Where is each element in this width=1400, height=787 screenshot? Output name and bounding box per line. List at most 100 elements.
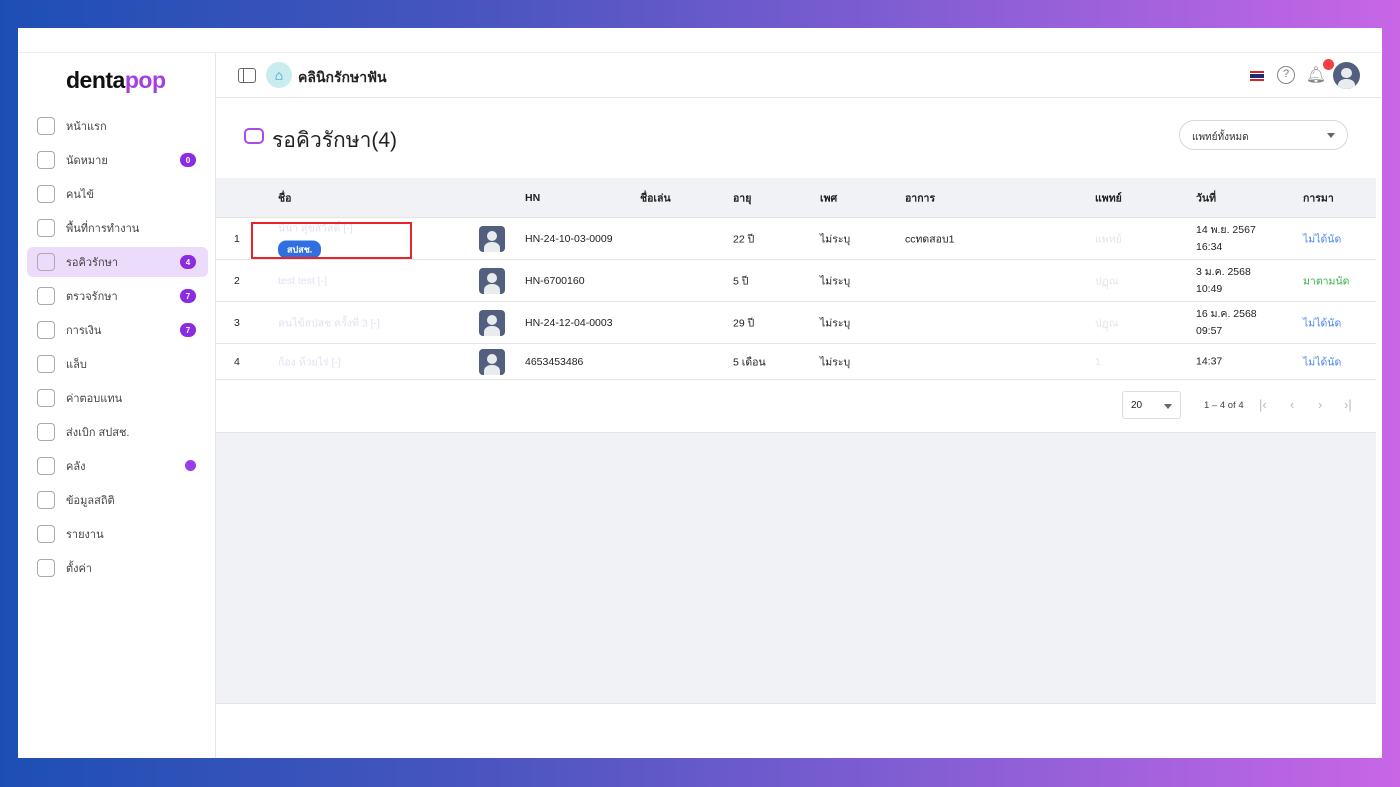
chart-icon	[37, 525, 55, 543]
sidebar-item-label: ข้อมูลสถิติ	[66, 495, 115, 507]
sidebar-item-user[interactable]: คนไข้	[27, 179, 208, 209]
sidebar-item-cloud[interactable]: ส่งเบิก สปสช.	[27, 417, 208, 447]
sidebar-item-workspace[interactable]: พื้นที่การทำงาน	[27, 213, 208, 243]
bell-icon[interactable]: 🔔︎	[1306, 65, 1326, 85]
col-doctor[interactable]: แพทย์	[1095, 189, 1122, 206]
cloud-icon	[37, 423, 55, 441]
logo[interactable]: dentapop	[66, 67, 166, 94]
money-icon	[37, 321, 55, 339]
chevron-down-icon	[1164, 404, 1172, 413]
top-header: ⌂ คลินิกรักษาฟัน ? 🔔︎	[216, 52, 1382, 98]
col-date[interactable]: วันที่	[1196, 189, 1216, 206]
count-badge: 4	[180, 255, 196, 269]
table-row[interactable]: 1 นินา สุขสวัสดิ์ [-] สปสช. HN-24-10-03-0…	[216, 218, 1376, 260]
col-symptom[interactable]: อาการ	[905, 189, 935, 206]
table-row[interactable]: 2 test test [-] HN-6700160 5 ปี ไม่ระบุ …	[216, 260, 1376, 302]
sidebar-item-label: หน้าแรก	[66, 121, 107, 133]
thai-flag-icon[interactable]	[1250, 71, 1264, 81]
patient-name[interactable]: ก้อง ห้วยไร่ [-]	[278, 353, 341, 370]
help-icon[interactable]: ?	[1277, 66, 1295, 84]
visit-status[interactable]: ไม่ได้นัด	[1303, 353, 1341, 370]
table-row[interactable]: 4 ก้อง ห้วยไร่ [-] 4653453486 5 เดือน ไม…	[216, 344, 1376, 380]
sidebar-item-money[interactable]: การเงิน 7	[27, 315, 208, 345]
date: 16 ม.ค. 2568	[1196, 307, 1257, 320]
visit-status[interactable]: ไม่ได้นัด	[1303, 230, 1341, 247]
patient-name[interactable]: test test [-]	[278, 275, 327, 287]
user-icon	[37, 185, 55, 203]
date: 14 พ.ย. 2567	[1196, 223, 1256, 236]
patient-name-cell[interactable]: ก้อง ห้วยไร่ [-]	[278, 353, 341, 370]
col-sex[interactable]: เพศ	[820, 189, 837, 206]
col-status[interactable]: การมา	[1303, 189, 1334, 206]
count-badge: 0	[180, 153, 196, 167]
gauge-icon	[37, 491, 55, 509]
tools-icon	[37, 287, 55, 305]
sidebar-item-label: แล็บ	[66, 359, 87, 371]
sidebar-item-label: คลัง	[66, 461, 86, 473]
sidebar-item-gear[interactable]: ตั้งค่า	[27, 553, 208, 583]
patient-avatar	[479, 225, 505, 252]
sidebar-item-label: ตรวจรักษา	[66, 291, 118, 303]
sidebar-item-label: พื้นที่การทำงาน	[66, 223, 140, 235]
highlight-box	[251, 222, 412, 259]
box-icon	[37, 457, 55, 475]
clinic-name[interactable]: คลินิกรักษาฟัน	[298, 67, 387, 89]
tooth-icon	[37, 355, 55, 373]
last-page-icon[interactable]: ›|	[1344, 397, 1352, 412]
content-background	[216, 432, 1376, 704]
sidebar-item-tooth[interactable]: แล็บ	[27, 349, 208, 379]
app-window: dentapop หน้าแรกนัดหมาย 0 คนไข้พื้นที่การท…	[18, 28, 1382, 758]
sidebar-item-gauge[interactable]: ข้อมูลสถิติ	[27, 485, 208, 515]
workspace-icon	[37, 219, 55, 237]
row-number: 3	[234, 316, 240, 329]
count-badge: 7	[180, 323, 196, 337]
sidebar-item-home[interactable]: หน้าแรก	[27, 111, 208, 141]
hn: HN-24-12-04-0003	[525, 316, 613, 329]
table-row[interactable]: 3 คนไข้สปสช ครั้งที่ 3 [-] HN-24-12-04-0…	[216, 302, 1376, 344]
sidebar-item-chart[interactable]: รายงาน	[27, 519, 208, 549]
sidebar-item-tools[interactable]: ตรวจรักษา 7	[27, 281, 208, 311]
date: 3 ม.ค. 2568	[1196, 265, 1251, 278]
patient-avatar	[479, 267, 505, 294]
sex: ไม่ระบุ	[820, 275, 851, 287]
next-page-icon[interactable]: ›	[1318, 397, 1322, 412]
doctor: 1	[1095, 355, 1101, 368]
rows-per-page-select[interactable]: 20	[1122, 391, 1181, 419]
visit-status[interactable]: ไม่ได้นัด	[1303, 314, 1341, 331]
first-page-icon[interactable]: |‹	[1259, 397, 1267, 412]
user-avatar[interactable]	[1333, 62, 1360, 89]
chevron-down-icon	[1327, 133, 1335, 142]
hn: 4653453486	[525, 355, 584, 368]
row-number: 4	[234, 355, 240, 368]
time: 14:37	[1196, 355, 1223, 367]
pagination: 20 1 – 4 of 4 |‹ ‹ › ›|	[216, 390, 1376, 432]
sidebar-item-percent[interactable]: ค่าตอบแทน	[27, 383, 208, 413]
visit-status[interactable]: มาตามนัด	[1303, 272, 1349, 289]
sidebar-item-sofa[interactable]: รอคิวรักษา 4	[27, 247, 208, 277]
time: 09:57	[1196, 324, 1223, 337]
patient-name-cell[interactable]: test test [-]	[278, 275, 327, 287]
col-hn[interactable]: HN	[525, 192, 540, 204]
row-number: 1	[234, 232, 240, 245]
prev-page-icon[interactable]: ‹	[1290, 397, 1294, 412]
sidebar-item-box[interactable]: คลัง	[27, 451, 208, 481]
notification-dot	[1323, 59, 1334, 70]
sidebar-item-label: คนไข้	[66, 189, 94, 201]
sidebar-item-label: ค่าตอบแทน	[66, 393, 123, 405]
patient-name[interactable]: คนไข้สปสช ครั้งที่ 3 [-]	[278, 314, 380, 331]
col-name[interactable]: ชื่อ	[278, 189, 291, 206]
sidebar-item-label: การเงิน	[66, 325, 102, 337]
hn: HN-24-10-03-0009	[525, 232, 613, 245]
doctor-filter-select[interactable]: แพทย์ทั้งหมด	[1179, 120, 1348, 150]
col-age[interactable]: อายุ	[733, 189, 751, 206]
sidebar-item-calendar[interactable]: นัดหมาย 0	[27, 145, 208, 175]
doctor: แพทย์	[1095, 233, 1122, 245]
col-nickname[interactable]: ชื่อเล่น	[640, 189, 671, 206]
age: 22 ปี	[733, 233, 755, 245]
patient-name-cell[interactable]: คนไข้สปสช ครั้งที่ 3 [-]	[278, 314, 380, 331]
sidebar-toggle-icon[interactable]	[238, 68, 256, 83]
sidebar-item-label: รอคิวรักษา	[66, 257, 119, 269]
date-cell: 16 ม.ค. 2568 09:57	[1196, 306, 1257, 340]
symptom: ccทดสอบ1	[905, 233, 955, 245]
sidebar-item-label: รายงาน	[66, 529, 104, 541]
